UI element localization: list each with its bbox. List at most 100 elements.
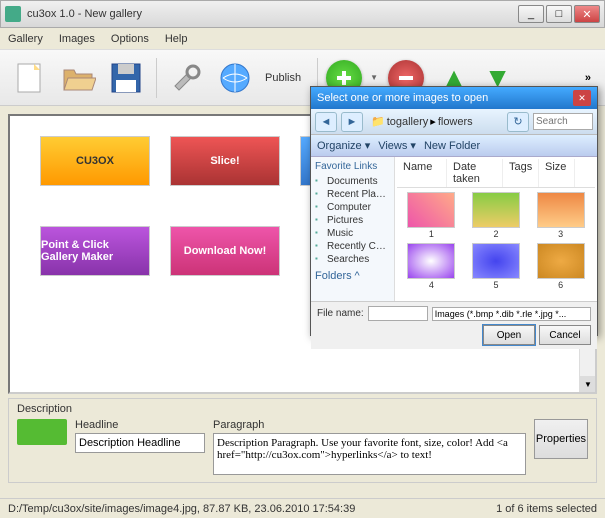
thumbnail-5[interactable]: Point & Click Gallery Maker: [40, 226, 150, 276]
search-input[interactable]: [533, 113, 593, 130]
file-grid: 1 2 3 4 5 6: [397, 188, 595, 294]
thumb-label: Download Now!: [184, 245, 267, 257]
dialog-sidebar: Favorite Links Documents Recent Places C…: [311, 157, 395, 301]
window-controls: _ □ ✕: [518, 5, 600, 23]
publish-button[interactable]: [213, 56, 257, 100]
file-list: Name Date taken Tags Size 1 2 3 4 5 6: [395, 157, 597, 301]
thumb-label: Slice!: [210, 155, 239, 167]
file-item[interactable]: 1: [401, 192, 462, 239]
file-icon: [407, 192, 455, 228]
close-button[interactable]: ✕: [574, 5, 600, 23]
window-title: cu3ox 1.0 - New gallery: [27, 8, 518, 20]
description-panel: Description Headline Paragraph Descripti…: [8, 398, 597, 483]
file-caption: 3: [558, 229, 563, 239]
sidebar-item-searches[interactable]: Searches: [315, 253, 390, 266]
dialog-navbar: ◄ ► 📁 togallery ▸ flowers ↻: [311, 109, 597, 135]
file-caption: 2: [493, 229, 498, 239]
sidebar-item-pictures[interactable]: Pictures: [315, 214, 390, 227]
file-caption: 6: [558, 280, 563, 290]
headline-label: Headline: [75, 419, 205, 431]
folder-icon: 📁: [371, 115, 385, 128]
new-button[interactable]: [8, 56, 52, 100]
dialog-body: Favorite Links Documents Recent Places C…: [311, 157, 597, 301]
thumbnail-1[interactable]: CU3OX: [40, 136, 150, 186]
description-thumbnail: [17, 419, 67, 445]
file-filter-dropdown[interactable]: Images (*.bmp *.dib *.rle *.jpg *...: [432, 307, 591, 321]
file-item[interactable]: 5: [466, 243, 527, 290]
filename-input[interactable]: [368, 306, 428, 321]
col-date[interactable]: Date taken: [447, 159, 503, 187]
paragraph-input[interactable]: Description Paragraph. Use your favorite…: [213, 433, 526, 475]
file-open-dialog: Select one or more images to open ✕ ◄ ► …: [310, 86, 598, 336]
thumbnail-2[interactable]: Slice!: [170, 136, 280, 186]
col-name[interactable]: Name: [397, 159, 447, 187]
sidebar-item-music[interactable]: Music: [315, 227, 390, 240]
file-icon: [537, 192, 585, 228]
app-icon: [5, 6, 21, 22]
file-icon: [537, 243, 585, 279]
publish-label: Publish: [265, 72, 301, 84]
path-separator: ▸: [430, 115, 436, 128]
file-icon: [407, 243, 455, 279]
file-item[interactable]: 3: [530, 192, 591, 239]
overflow-button[interactable]: »: [579, 72, 597, 84]
menu-options[interactable]: Options: [111, 33, 149, 45]
file-item[interactable]: 6: [530, 243, 591, 290]
favorites-header: Favorite Links: [315, 161, 390, 172]
dialog-footer: File name: Images (*.bmp *.dib *.rle *.j…: [311, 301, 597, 349]
description-title: Description: [17, 403, 588, 415]
col-size[interactable]: Size: [539, 159, 575, 187]
dialog-toolbar: Organize ▾ Views ▾ New Folder: [311, 135, 597, 157]
file-caption: 4: [429, 280, 434, 290]
file-icon: [472, 243, 520, 279]
minimize-button[interactable]: _: [518, 5, 544, 23]
cancel-button[interactable]: Cancel: [539, 325, 591, 345]
headline-input[interactable]: [75, 433, 205, 453]
menu-gallery[interactable]: Gallery: [8, 33, 43, 45]
new-folder-button[interactable]: New Folder: [424, 140, 480, 152]
breadcrumb: 📁 togallery ▸ flowers: [367, 115, 503, 128]
thumb-label: CU3OX: [76, 155, 114, 167]
dialog-titlebar: Select one or more images to open ✕: [311, 87, 597, 109]
settings-button[interactable]: [165, 56, 209, 100]
maximize-button[interactable]: □: [546, 5, 572, 23]
menubar: Gallery Images Options Help: [0, 28, 605, 50]
column-headers: Name Date taken Tags Size: [397, 159, 595, 188]
menu-help[interactable]: Help: [165, 33, 188, 45]
save-button[interactable]: [104, 56, 148, 100]
folders-toggle[interactable]: Folders ^: [315, 270, 390, 282]
menu-images[interactable]: Images: [59, 33, 95, 45]
status-right: 1 of 6 items selected: [496, 503, 597, 515]
statusbar: D:/Temp/cu3ox/site/images/image4.jpg, 87…: [0, 498, 605, 518]
dialog-close-button[interactable]: ✕: [573, 90, 591, 106]
scroll-down-icon[interactable]: ▼: [580, 376, 596, 392]
path-segment[interactable]: flowers: [438, 116, 473, 128]
dialog-title: Select one or more images to open: [317, 92, 488, 104]
organize-button[interactable]: Organize ▾: [317, 139, 370, 152]
sidebar-item-recent[interactable]: Recent Places: [315, 188, 390, 201]
views-button[interactable]: Views ▾: [378, 139, 416, 152]
add-dropdown[interactable]: ▼: [370, 73, 380, 82]
file-icon: [472, 192, 520, 228]
sidebar-item-computer[interactable]: Computer: [315, 201, 390, 214]
thumb-label: Point & Click Gallery Maker: [41, 239, 149, 263]
open-button[interactable]: Open: [483, 325, 535, 345]
file-caption: 1: [429, 229, 434, 239]
sidebar-item-recently-changed[interactable]: Recently Chan...: [315, 240, 390, 253]
forward-button[interactable]: ►: [341, 112, 363, 132]
refresh-button[interactable]: ↻: [507, 112, 529, 132]
filename-label: File name:: [317, 308, 364, 319]
file-item[interactable]: 4: [401, 243, 462, 290]
titlebar: cu3ox 1.0 - New gallery _ □ ✕: [0, 0, 605, 28]
path-segment[interactable]: togallery: [387, 116, 429, 128]
separator: [156, 58, 157, 98]
open-button[interactable]: [56, 56, 100, 100]
file-caption: 5: [493, 280, 498, 290]
sidebar-item-documents[interactable]: Documents: [315, 175, 390, 188]
status-left: D:/Temp/cu3ox/site/images/image4.jpg, 87…: [8, 503, 355, 515]
file-item[interactable]: 2: [466, 192, 527, 239]
thumbnail-6[interactable]: Download Now!: [170, 226, 280, 276]
col-tags[interactable]: Tags: [503, 159, 539, 187]
properties-button[interactable]: Properties: [534, 419, 588, 459]
back-button[interactable]: ◄: [315, 112, 337, 132]
